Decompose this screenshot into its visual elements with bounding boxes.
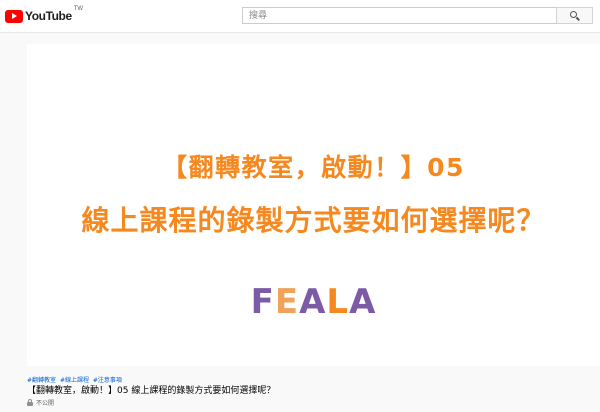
brand-letter: F bbox=[250, 282, 275, 322]
youtube-logo[interactable]: YouTube TW bbox=[5, 6, 84, 23]
feala-logo: FEALA bbox=[27, 282, 600, 322]
privacy-label: 不公開 bbox=[36, 400, 55, 407]
brand-letter: L bbox=[326, 282, 350, 322]
search-input[interactable] bbox=[242, 7, 557, 24]
top-bar: YouTube TW bbox=[0, 0, 600, 33]
player-title-line1: 【翻轉教室，啟動！】05 bbox=[162, 153, 465, 182]
search-button[interactable] bbox=[556, 7, 593, 24]
logo-region: TW bbox=[73, 6, 84, 12]
brand-letter: A bbox=[299, 282, 327, 322]
brand-letter: E bbox=[274, 282, 300, 322]
video-player[interactable]: 【翻轉教室，啟動！】05 線上課程的錄製方式要如何選擇呢？ FEALA bbox=[27, 44, 600, 366]
player-title-line2: 線上課程的錄製方式要如何選擇呢？ bbox=[81, 204, 546, 237]
video-title: 【翻轉教室，啟動！】05 線上課程的錄製方式要如何選擇呢？ bbox=[27, 386, 276, 396]
search-icon bbox=[570, 11, 577, 18]
privacy-badge: 不公開 bbox=[27, 398, 54, 407]
lock-icon bbox=[27, 398, 33, 406]
youtube-play-icon bbox=[5, 9, 23, 23]
logo-text: YouTube bbox=[25, 9, 72, 23]
brand-letter: A bbox=[349, 282, 377, 322]
